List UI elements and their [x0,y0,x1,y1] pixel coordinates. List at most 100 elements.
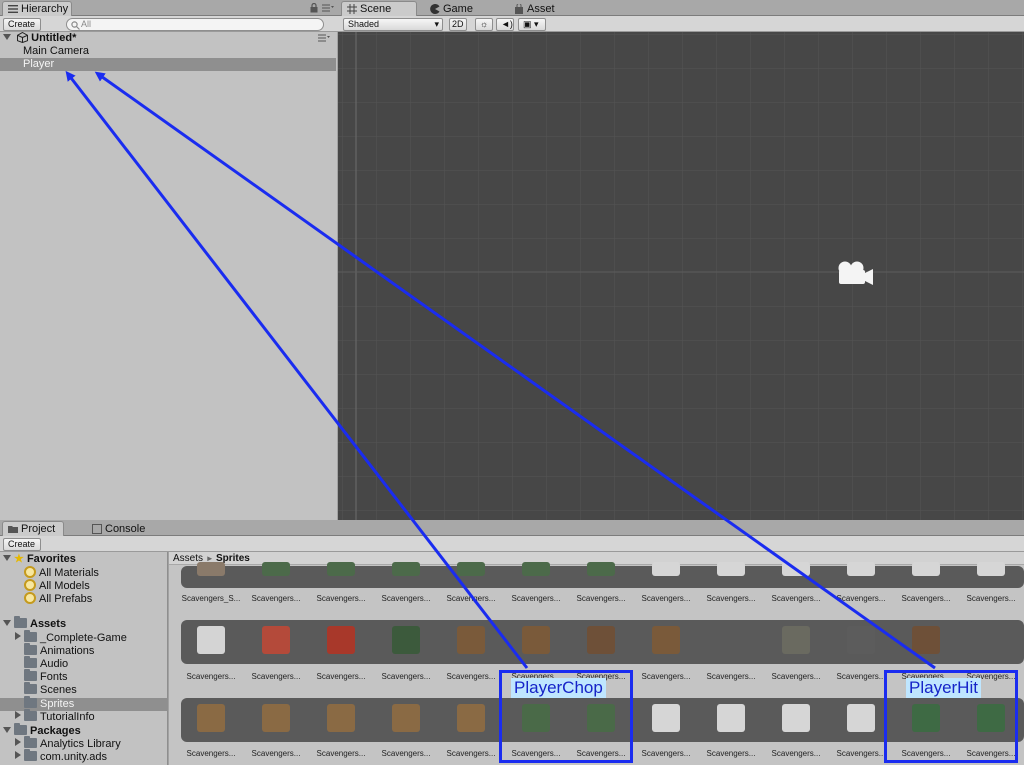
folder-icon [24,749,37,761]
sprite-thumbnail[interactable] [327,626,355,654]
sprite-thumbnail[interactable] [782,626,810,654]
sprite-thumbnail[interactable] [717,704,745,732]
tab-hierarchy[interactable]: Hierarchy [2,1,72,16]
sprite-label: Scavengers... [836,594,886,603]
camera-gizmo-icon[interactable] [833,259,875,289]
search-icon [71,21,80,30]
star-icon: ★ [14,553,24,565]
sprite-thumbnail[interactable] [652,562,680,576]
tab-project-label: Project [21,523,56,535]
sprite-thumbnail[interactable] [782,704,810,732]
favorite-all-prefabs[interactable]: All Prefabs [0,592,168,605]
expand-triangle-icon[interactable] [3,727,11,733]
tab-scene[interactable]: Scene [341,1,417,16]
sprite-thumbnail[interactable] [587,562,615,576]
hierarchy-item-label: Player [23,58,55,70]
package-label: com.unity.ads [40,751,108,763]
sprite-thumbnail[interactable] [262,562,290,576]
favorites-row[interactable]: ★ Favorites [0,553,168,566]
hierarchy-item-player[interactable]: Player [0,58,336,71]
playerchop-label: PlayerChop [511,678,606,698]
expand-triangle-icon[interactable] [3,620,11,626]
menu-icon[interactable] [322,4,334,12]
sprite-thumbnail[interactable] [977,626,1005,654]
favorite-label: All Models [39,580,90,592]
sprite-label: Scavengers... [316,749,366,758]
scene-viewport[interactable] [338,32,1024,520]
sprite-thumbnail[interactable] [522,626,550,654]
toggle-2d-button[interactable]: 2D [449,18,467,31]
sprite-label: Scavengers... [381,749,431,758]
folder-icon [24,682,37,694]
sprite-thumbnail[interactable] [197,704,225,732]
lighting-toggle[interactable]: ☼ [475,18,493,31]
create-label: Create [8,539,36,549]
sprite-thumbnail[interactable] [327,562,355,576]
sprite-thumbnail[interactable] [457,562,485,576]
sprite-thumbnail[interactable] [912,626,940,654]
sprite-thumbnail[interactable] [262,626,290,654]
shading-mode-select[interactable]: Shaded ▾ [343,18,443,31]
hierarchy-search-input[interactable]: All [66,18,324,31]
audio-toggle[interactable]: ◄) [496,18,514,31]
favorite-all-models[interactable]: All Models [0,579,168,592]
folder-icon [24,630,37,642]
sprite-thumbnail[interactable] [847,704,875,732]
folder-icon [14,616,27,628]
sprite-label: Scavengers... [186,672,236,681]
sprite-thumbnail[interactable] [197,626,225,654]
project-create-button[interactable]: Create ▾ [3,538,41,560]
sprite-thumbnail[interactable] [262,704,290,732]
collapsed-triangle-icon[interactable] [15,738,21,746]
package-com-unity-ads[interactable]: com.unity.ads [0,749,168,764]
scene-root-row[interactable]: Untitled* [0,31,336,45]
sprite-thumbnail[interactable] [977,562,1005,576]
sprite-thumbnail[interactable] [587,626,615,654]
scene-menu-icon[interactable] [318,34,330,42]
sprite-label: Scavengers... [446,749,496,758]
sprite-thumbnail[interactable] [457,704,485,732]
folder-label: Audio [40,658,69,670]
tab-game-label: Game [443,3,473,15]
hierarchy-item-main-camera[interactable]: Main Camera [0,45,336,58]
tab-game[interactable]: Game [424,1,484,16]
sprite-thumbnail[interactable] [652,626,680,654]
tab-scene-label: Scene [360,3,392,15]
sprite-label: Scavengers... [446,672,496,681]
tab-console[interactable]: Console [86,521,154,536]
sprite-thumbnail[interactable] [847,562,875,576]
sprite-thumbnail[interactable] [392,562,420,576]
collapsed-triangle-icon[interactable] [15,751,21,759]
sprite-thumbnail[interactable] [652,704,680,732]
sprite-label: Scavengers... [381,594,431,603]
sprite-label: Scavengers... [641,594,691,603]
sprite-thumbnail[interactable] [522,562,550,576]
hierarchy-create-button[interactable]: Create ▾ [3,18,41,40]
sprite-label: Scavengers... [576,594,626,603]
expand-triangle-icon[interactable] [3,34,11,40]
sprite-thumbnail[interactable] [197,562,225,576]
toggle-2d-label: 2D [452,19,464,29]
sprite-thumbnail[interactable] [782,562,810,576]
sprite-thumbnail[interactable] [457,626,485,654]
lock-icon[interactable] [310,3,318,13]
tab-asset-store[interactable]: Asset Store [508,1,588,28]
sprite-thumbnail[interactable] [327,704,355,732]
folder-label: Scenes [40,684,77,696]
favorite-label: All Materials [39,567,99,579]
tab-project[interactable]: Project [2,521,64,536]
sprite-thumbnail[interactable] [392,704,420,732]
pacman-icon [430,4,440,14]
sprite-thumbnail[interactable] [912,562,940,576]
collapsed-triangle-icon[interactable] [15,711,21,719]
sprite-thumbnail[interactable] [717,562,745,576]
sprite-thumbnail[interactable] [392,626,420,654]
sprite-thumbnail[interactable] [847,626,875,654]
folder-tutorialinfo[interactable]: TutorialInfo [0,709,168,724]
effects-toggle[interactable]: ▣ ▾ [518,18,546,31]
scene-tabstrip: Scene Game Asset Store [338,0,1024,28]
expand-triangle-icon[interactable] [3,555,11,561]
collapsed-triangle-icon[interactable] [15,632,21,640]
sprite-thumbnail[interactable] [717,626,745,654]
favorite-all-materials[interactable]: All Materials [0,566,168,579]
